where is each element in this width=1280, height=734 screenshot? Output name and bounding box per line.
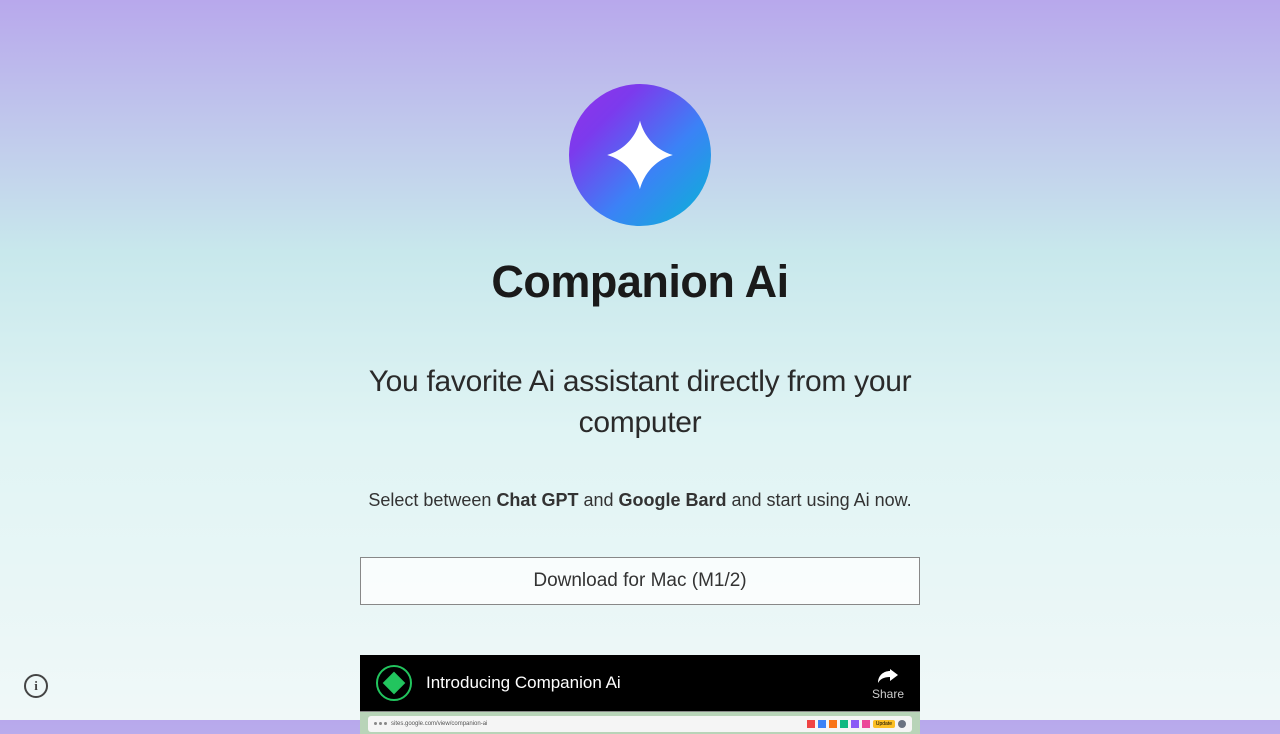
desc-suffix: and start using Ai now. — [727, 490, 912, 510]
ext-icon — [818, 720, 826, 728]
desc-prefix: Select between — [368, 490, 496, 510]
ext-icon — [840, 720, 848, 728]
chrome-extension-icons: Update — [807, 720, 906, 728]
chrome-address-bar: sites.google.com/view/companion-ai Updat… — [368, 716, 912, 732]
logo-icon — [569, 84, 711, 226]
video-header: Introducing Companion Ai Share — [360, 655, 920, 711]
desc-bold1: Chat GPT — [496, 490, 578, 510]
avatar-icon — [898, 720, 906, 728]
video-preview: sites.google.com/view/companion-ai Updat… — [360, 711, 920, 734]
video-embed[interactable]: Introducing Companion Ai Share sites.goo… — [360, 655, 920, 734]
share-icon — [876, 665, 900, 685]
video-share-button[interactable]: Share — [872, 665, 904, 701]
info-icon: i — [34, 678, 38, 694]
desc-mid: and — [578, 490, 618, 510]
chrome-url: sites.google.com/view/companion-ai — [391, 721, 803, 727]
ext-icon — [807, 720, 815, 728]
video-title[interactable]: Introducing Companion Ai — [426, 673, 621, 693]
sparkle-icon — [599, 114, 681, 196]
download-button[interactable]: Download for Mac (M1/2) — [360, 557, 920, 605]
ext-icon — [829, 720, 837, 728]
desc-bold2: Google Bard — [619, 490, 727, 510]
hero-subtitle: You favorite Ai assistant directly from … — [340, 362, 940, 443]
info-button[interactable]: i — [24, 674, 48, 698]
page-title: Companion Ai — [491, 256, 788, 308]
hero-description: Select between Chat GPT and Google Bard … — [368, 487, 911, 515]
video-channel-avatar[interactable] — [376, 665, 412, 701]
update-badge: Update — [873, 720, 895, 728]
ext-icon — [862, 720, 870, 728]
ext-icon — [851, 720, 859, 728]
share-label: Share — [872, 687, 904, 701]
